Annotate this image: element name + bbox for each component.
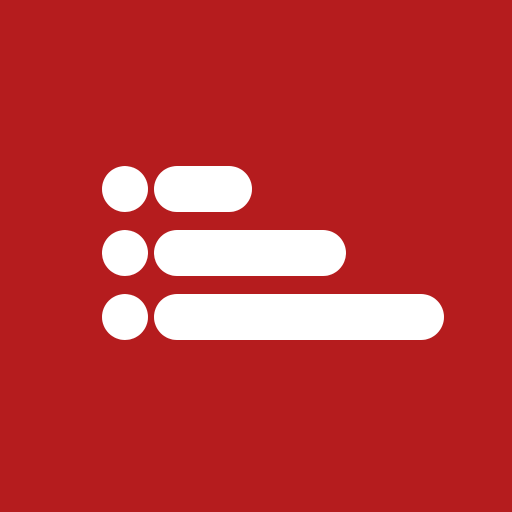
list-icon bbox=[0, 0, 512, 512]
list-bullet-3 bbox=[102, 294, 148, 340]
list-bullet-1 bbox=[102, 166, 148, 212]
list-line-2 bbox=[154, 230, 346, 276]
list-line-3 bbox=[154, 294, 444, 340]
list-line-1 bbox=[154, 166, 252, 212]
list-bullet-2 bbox=[102, 230, 148, 276]
